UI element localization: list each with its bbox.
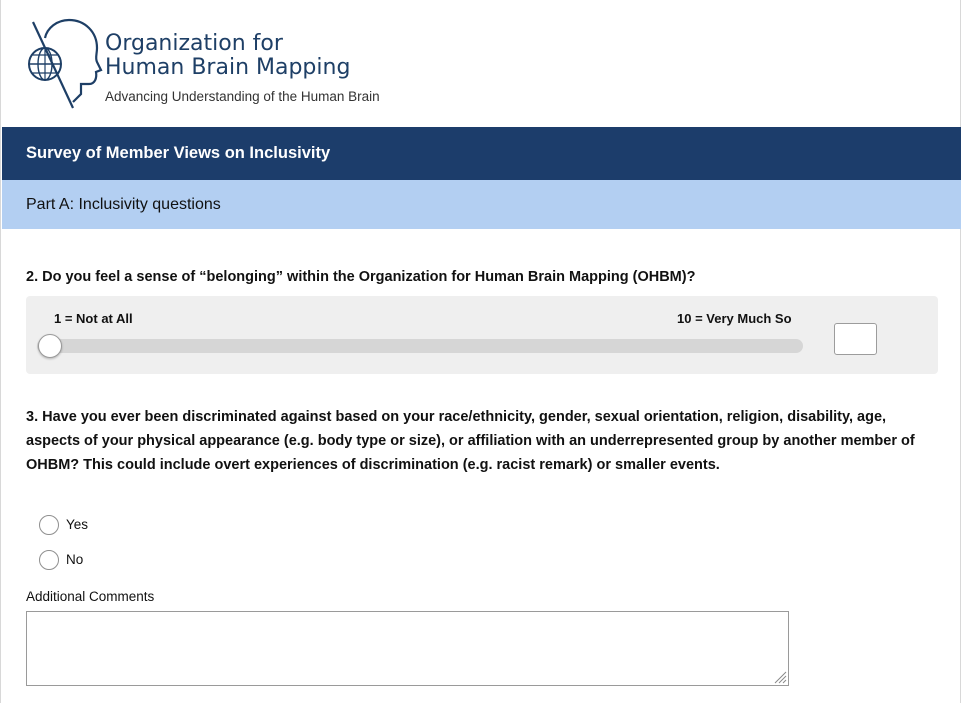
slider-handle[interactable] — [38, 334, 62, 358]
slider-max-label: 10 = Very Much So — [677, 311, 792, 326]
belonging-slider-panel: 1 = Not at All 10 = Very Much So — [26, 296, 938, 374]
org-header: Organization for Human Brain Mapping Adv… — [23, 14, 443, 114]
brain-head-globe-logo-icon — [28, 18, 103, 109]
additional-comments-textarea[interactable] — [26, 611, 789, 686]
question-3-text: 3. Have you ever been discriminated agai… — [26, 409, 915, 473]
section-header: Part A: Inclusivity questions — [2, 180, 961, 229]
resize-grip-icon[interactable] — [773, 670, 787, 684]
radio-button-no[interactable] — [39, 550, 59, 570]
section-title: Part A: Inclusivity questions — [26, 196, 221, 213]
survey-page: Organization for Human Brain Mapping Adv… — [0, 0, 961, 703]
slider-track[interactable] — [37, 339, 803, 353]
survey-title-bar: Survey of Member Views on Inclusivity — [2, 127, 961, 180]
slider-value-input[interactable] — [834, 323, 877, 355]
org-name: Organization for Human Brain Mapping — [105, 32, 350, 80]
radio-button-yes[interactable] — [39, 515, 59, 535]
org-tagline: Advancing Understanding of the Human Bra… — [105, 89, 380, 104]
additional-comments-label: Additional Comments — [26, 589, 155, 604]
org-name-line1: Organization for — [105, 31, 283, 56]
survey-title: Survey of Member Views on Inclusivity — [26, 144, 331, 162]
question-2-text: 2. Do you feel a sense of “belonging” wi… — [26, 269, 696, 285]
org-name-line2: Human Brain Mapping — [105, 55, 351, 80]
radio-label-yes[interactable]: Yes — [66, 517, 88, 532]
slider-min-label: 1 = Not at All — [54, 311, 133, 326]
radio-label-no[interactable]: No — [66, 552, 83, 567]
